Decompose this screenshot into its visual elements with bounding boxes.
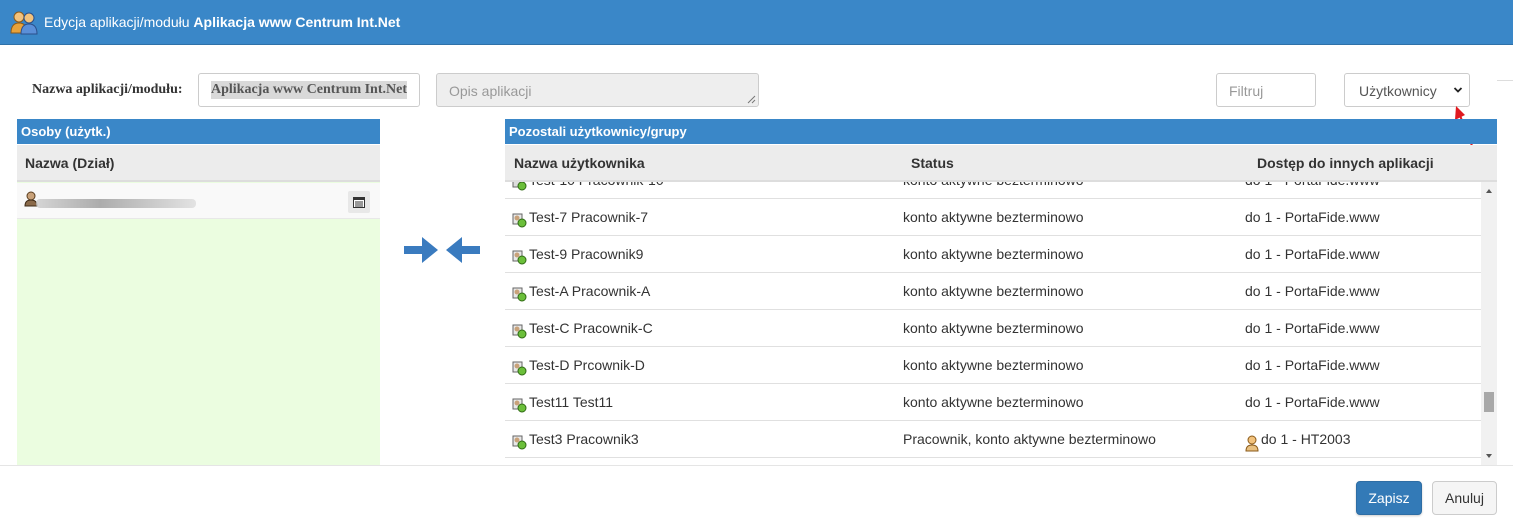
- window-titlebar: Edycja aplikacji/modułu Aplikacja www Ce…: [0, 0, 1513, 45]
- table-cell-access: do 1 - PortaFide.www: [1245, 246, 1380, 262]
- user-type-select[interactable]: Użytkownicy: [1344, 73, 1470, 107]
- window-title-app: Aplikacja www Centrum Int.Net: [193, 14, 401, 30]
- table-row[interactable]: Test-10 Pracownik-10 konto aktywne bezte…: [505, 182, 1481, 199]
- table-cell-access: do 1 - PortaFide.www: [1245, 209, 1380, 225]
- column-access[interactable]: Dostęp do innych aplikacji: [1257, 155, 1434, 171]
- filter-input[interactable]: Filtruj: [1216, 73, 1316, 107]
- resize-grip-icon[interactable]: [746, 94, 756, 104]
- cancel-button[interactable]: Anuluj: [1432, 481, 1497, 515]
- footer-divider: [0, 465, 1513, 466]
- table-cell-access: do 1 - PortaFide.www: [1245, 394, 1380, 410]
- user-icon: [511, 318, 529, 338]
- app-description-placeholder: Opis aplikacji: [449, 83, 532, 99]
- table-cell-access: do 1 - PortaFide.www: [1245, 320, 1380, 336]
- left-column-header[interactable]: Nazwa (Dział): [17, 145, 380, 182]
- table-row-name: Test-10 Pracownik-10: [529, 182, 664, 199]
- user-type-select-value: Użytkownicy: [1359, 83, 1437, 99]
- table-cell-name: Test11 Test11: [511, 384, 613, 421]
- table-row-name: Test-7 Pracownik-7: [529, 209, 649, 225]
- divider: [1497, 80, 1513, 81]
- table-cell-access: do 1 - PortaFide.www: [1245, 357, 1380, 373]
- column-username[interactable]: Nazwa użytkownika: [514, 155, 645, 171]
- user-icon: [511, 281, 529, 301]
- table-scrollbar[interactable]: [1481, 182, 1497, 465]
- table-row-access: do 1 - HT2003: [1261, 431, 1351, 447]
- users-icon: [8, 9, 40, 35]
- table-cell-status: konto aktywne bezterminowo: [903, 283, 1084, 299]
- table-cell-access: do 1 - HT2003: [1245, 421, 1351, 458]
- table-cell-status: konto aktywne bezterminowo: [903, 182, 1084, 199]
- table-cell-name: Test-A Pracownik-A: [511, 273, 650, 310]
- save-button[interactable]: Zapisz: [1356, 481, 1422, 515]
- calendar-button[interactable]: [348, 191, 370, 213]
- scroll-down-icon[interactable]: [1481, 449, 1497, 463]
- app-name-value: Aplikacja www Centrum Int.Net: [211, 81, 407, 99]
- table-cell-status: Pracownik, konto aktywne bezterminowo: [903, 431, 1156, 447]
- table-row-name: Test-C Pracownik-C: [529, 320, 653, 336]
- user-icon: [511, 429, 529, 449]
- table-row[interactable]: Test-7 Pracownik-7 konto aktywne bezterm…: [505, 199, 1481, 236]
- arrow-right-icon[interactable]: [402, 234, 440, 266]
- users-table-body: Test-10 Pracownik-10 konto aktywne bezte…: [505, 182, 1481, 465]
- user-icon: [511, 207, 529, 227]
- left-panel-body: [17, 182, 380, 465]
- right-panel-header: Pozostali użytkownicy/grupy: [505, 119, 1497, 144]
- table-row[interactable]: Test3 Pracownik3 Pracownik, konto aktywn…: [505, 421, 1481, 458]
- user-icon: [511, 355, 529, 375]
- app-name-label: Nazwa aplikacji/modułu:: [32, 82, 183, 97]
- scroll-up-icon[interactable]: [1481, 184, 1497, 198]
- arrow-left-icon[interactable]: [444, 234, 482, 266]
- table-row[interactable]: Test-D Prcownik-D konto aktywne beztermi…: [505, 347, 1481, 384]
- scrollbar-thumb[interactable]: [1484, 392, 1494, 412]
- filter-placeholder: Filtruj: [1229, 83, 1264, 99]
- table-cell-status: konto aktywne bezterminowo: [903, 394, 1084, 410]
- app-name-input[interactable]: Aplikacja www Centrum Int.Net: [198, 73, 420, 107]
- table-row[interactable]: Test11 Test11 konto aktywne bezterminowo…: [505, 384, 1481, 421]
- calendar-icon: [353, 197, 365, 208]
- redacted-name: [36, 199, 196, 208]
- table-cell-status: konto aktywne bezterminowo: [903, 320, 1084, 336]
- user-icon: [511, 182, 529, 190]
- user-icon: [511, 244, 529, 264]
- table-row[interactable]: Test-A Pracownik-A konto aktywne bezterm…: [505, 273, 1481, 310]
- person-icon: [1245, 429, 1261, 451]
- app-description-input[interactable]: Opis aplikacji: [436, 73, 759, 107]
- table-cell-name: Test3 Pracownik3: [511, 421, 639, 458]
- column-status[interactable]: Status: [911, 155, 954, 171]
- table-cell-name: Test-7 Pracownik-7: [511, 199, 648, 236]
- table-row-name: Test-9 Pracownik9: [529, 246, 644, 262]
- user-icon: [511, 392, 529, 412]
- left-panel-header: Osoby (użytk.): [17, 119, 380, 144]
- table-cell-access: do 1 - PortaFide.www: [1245, 283, 1380, 299]
- table-row-name: Test11 Test11: [529, 394, 614, 410]
- table-cell-name: Test-D Prcownik-D: [511, 347, 645, 384]
- table-cell-name: Test-10 Pracownik-10: [511, 182, 664, 199]
- table-cell-status: konto aktywne bezterminowo: [903, 246, 1084, 262]
- left-column-name: Nazwa (Dział): [25, 155, 115, 171]
- window-title-prefix: Edycja aplikacji/modułu: [44, 14, 190, 30]
- table-row-name: Test-A Pracownik-A: [529, 283, 651, 299]
- table-row[interactable]: Test-9 Pracownik9 konto aktywne beztermi…: [505, 236, 1481, 273]
- table-row-name: Test3 Pracownik3: [529, 431, 639, 447]
- table-cell-status: konto aktywne bezterminowo: [903, 357, 1084, 373]
- table-row[interactable]: Test-C Pracownik-C konto aktywne bezterm…: [505, 310, 1481, 347]
- table-cell-status: konto aktywne bezterminowo: [903, 209, 1084, 225]
- right-column-header: Nazwa użytkownika Status Dostęp do innyc…: [505, 145, 1497, 182]
- table-cell-access: do 1 - PortaFide.www: [1245, 182, 1380, 199]
- chevron-down-icon: [1453, 87, 1463, 93]
- table-cell-name: Test-9 Pracownik9: [511, 236, 643, 273]
- table-row-name: Test-D Prcownik-D: [529, 357, 645, 373]
- table-cell-name: Test-C Pracownik-C: [511, 310, 653, 347]
